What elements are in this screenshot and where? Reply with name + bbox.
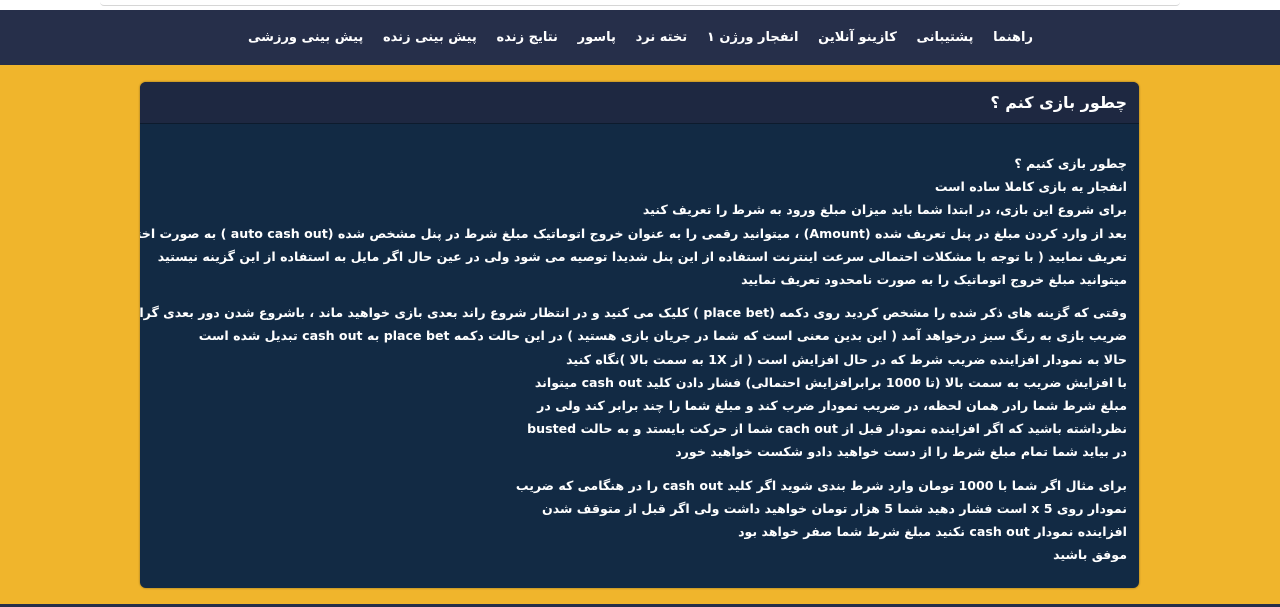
text-line: تعریف نمایید ( با توجه با مشکلات احتمالی… xyxy=(157,248,1127,264)
nav-item-guide[interactable]: راهنما xyxy=(993,30,1033,45)
nav-item-crash-v1[interactable]: انفجار ورژن ۱ xyxy=(707,30,799,45)
how-to-play-panel: چطور بازی کنم ؟ چطور بازی کنیم ؟ انفجار … xyxy=(140,82,1139,588)
text-line: انفجار یه بازی کاملا ساده است xyxy=(934,179,1127,195)
text-line: در بیاید شما تمام مبلغ شرط را از دست خوا… xyxy=(675,444,1127,460)
nav-item-live-prediction[interactable]: پیش بینی زنده xyxy=(383,30,477,45)
panel-body: چطور بازی کنیم ؟ انفجار یه بازی کاملا سا… xyxy=(140,124,1139,566)
text-line: حالا به نمودار افزاینده ضریب شرط که در ح… xyxy=(566,351,1127,367)
text-line: چطور بازی کنیم ؟ xyxy=(1014,156,1127,171)
nav-item-online-casino[interactable]: کازینو آنلاین xyxy=(818,30,897,45)
text-line: نظرداشته باشید که اگر افزاینده نمودار قب… xyxy=(527,421,1127,437)
nav-item-pasur[interactable]: پاسور xyxy=(578,30,616,45)
text-line: برای شروع این بازی، در ابتدا شما باید می… xyxy=(642,202,1127,218)
text-line: وقتی که گزینه های ذکر شده را مشخص کردید … xyxy=(140,305,1127,321)
text-line: افزاینده نمودار cash out نکنید مبلغ شرط … xyxy=(738,524,1127,540)
text-line: ضریب بازی به رنگ سبز درخواهد آمد ( این ب… xyxy=(198,328,1127,344)
text-line: نمودار روی 5 x است فشار دهید شما 5 هزار … xyxy=(542,500,1127,516)
browser-top-strip xyxy=(0,0,1280,10)
nav-item-backgammon[interactable]: تخته نرد xyxy=(636,30,688,45)
paragraph-gameplay: وقتی که گزینه های ذکر شده را مشخص کردید … xyxy=(140,301,1127,463)
nav-item-sports-prediction[interactable]: پیش بینی ورزشی xyxy=(248,30,363,45)
text-line: برای مثال اگر شما با 1000 تومان وارد شرط… xyxy=(515,477,1127,493)
main-navbar: پیش بینی ورزشی پیش بینی زنده نتایج زنده … xyxy=(0,10,1280,65)
nav-list: پیش بینی ورزشی پیش بینی زنده نتایج زنده … xyxy=(248,10,1033,65)
nav-item-support[interactable]: پشتیبانی xyxy=(916,30,973,45)
text-line: موفق باشید xyxy=(1053,547,1127,563)
paragraph-intro: چطور بازی کنیم ؟ انفجار یه بازی کاملا سا… xyxy=(140,152,1127,291)
panel-title: چطور بازی کنم ؟ xyxy=(990,93,1127,112)
paragraph-example: برای مثال اگر شما با 1000 تومان وارد شرط… xyxy=(156,474,1127,567)
text-line: میتوانید مبلغ خروج اتوماتیک را به صورت ن… xyxy=(741,272,1127,288)
panel-header: چطور بازی کنم ؟ xyxy=(140,82,1139,124)
text-line: بعد از وارد کردن مبلغ در پنل تعریف شده (… xyxy=(140,225,1127,241)
nav-item-live-results[interactable]: نتایج زنده xyxy=(497,30,558,45)
text-line: مبلغ شرط شما رادر همان لحظه، در ضریب نمو… xyxy=(537,398,1127,414)
text-line: با افزایش ضریب به سمت بالا (تا 1000 براب… xyxy=(534,374,1127,390)
top-strip-bar xyxy=(100,0,1180,6)
